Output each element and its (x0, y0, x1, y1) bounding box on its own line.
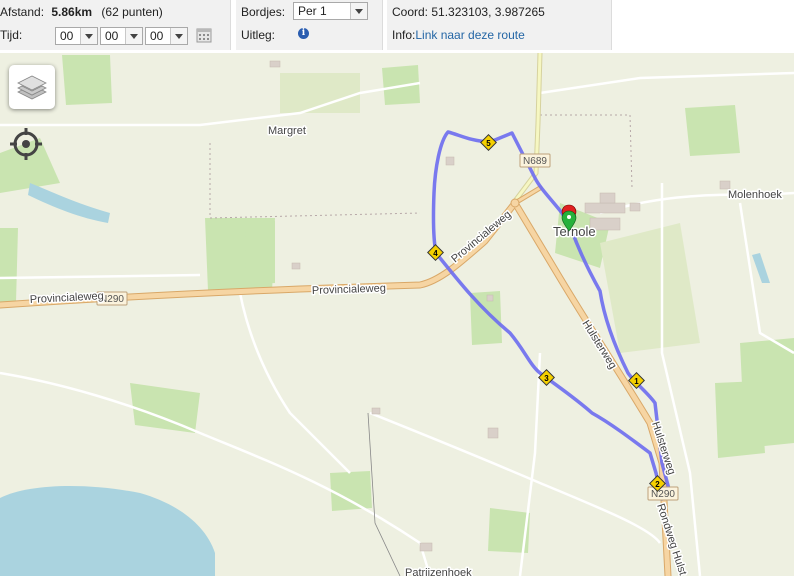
building (371, 407, 381, 415)
distance-panel: Afstand: 5.86km (62 punten) Tijd: 00 00 … (0, 0, 231, 50)
field (0, 228, 18, 303)
signs-row: Bordjes: (241, 1, 285, 23)
building (487, 427, 499, 439)
chevron-down-icon (125, 28, 142, 44)
svg-text:4: 4 (433, 249, 438, 258)
hours-value: 00 (60, 29, 74, 43)
map-view[interactable]: N290 N689 N290 Margret Molenhoek Ternole… (0, 53, 794, 576)
time-row: Tijd: (0, 24, 22, 46)
svg-text:N290: N290 (651, 489, 675, 500)
signs-label: Bordjes: (241, 5, 286, 19)
locate-button[interactable] (9, 127, 43, 161)
coord-panel: Coord: 51.323103, 3.987265 Info:Link naa… (387, 0, 612, 50)
distance-value: 5.86km (51, 5, 93, 19)
signs-panel: Bordjes: Per 1 Uitleg: i (236, 0, 383, 50)
distance-label: Afstand: (0, 5, 45, 19)
svg-text:N689: N689 (523, 156, 547, 167)
coord-value: 51.323103, 3.987265 (431, 5, 545, 19)
minutes-select[interactable]: 00 (100, 27, 143, 45)
info-label: Info: (392, 28, 416, 42)
road-shield-n689: N689 (519, 153, 551, 168)
signs-value: Per 1 (298, 4, 327, 18)
info-icon[interactable]: i (298, 28, 309, 39)
seconds-select[interactable]: 00 (145, 27, 188, 45)
seconds-value: 00 (150, 29, 164, 43)
place-label-ternole: Ternole (553, 224, 596, 239)
building (719, 180, 731, 190)
distance-row: Afstand: 5.86km (62 punten) (0, 1, 163, 23)
place-label-margret: Margret (268, 125, 306, 137)
place-label-molenhoek: Molenhoek (728, 189, 782, 201)
coord-row: Coord: 51.323103, 3.987265 (392, 1, 545, 23)
roundabout (510, 198, 520, 208)
building (486, 294, 494, 302)
field (685, 105, 740, 156)
place-label-patrijzenhoek: Patrijzenhoek (405, 567, 472, 576)
coord-label: Coord: (392, 5, 429, 19)
field (245, 221, 275, 285)
road-shield-n290-s: N290 (647, 486, 679, 501)
explain-row: Uitleg: i (241, 24, 309, 46)
chevron-down-icon (350, 3, 367, 19)
signs-select[interactable]: Per 1 (293, 2, 368, 20)
layers-button[interactable] (9, 65, 55, 109)
map-canvas[interactable]: N290 N689 N290 Margret Molenhoek Ternole… (0, 53, 794, 576)
building (269, 60, 281, 68)
svg-text:2: 2 (655, 480, 660, 489)
info-row: Info:Link naar deze route (392, 24, 525, 46)
minutes-value: 00 (105, 29, 119, 43)
building (445, 156, 455, 166)
explain-label: Uitleg: (241, 28, 276, 42)
route-link[interactable]: Link naar deze route (415, 28, 524, 42)
building (629, 202, 641, 212)
chevron-down-icon (80, 28, 97, 44)
building (599, 192, 616, 204)
building (584, 202, 626, 214)
building (291, 262, 301, 270)
chevron-down-icon (170, 28, 187, 44)
field (715, 381, 765, 458)
layers-icon (17, 75, 47, 100)
field (330, 471, 372, 511)
svg-text:3: 3 (544, 374, 549, 383)
field (62, 55, 112, 105)
hours-select[interactable]: 00 (55, 27, 98, 45)
svg-text:1: 1 (634, 377, 639, 386)
route-toolbar: Afstand: 5.86km (62 punten) Tijd: 00 00 … (0, 0, 794, 53)
building (419, 542, 433, 552)
point-count: (62 punten) (101, 5, 163, 19)
time-label: Tijd: (0, 28, 23, 42)
calendar-icon[interactable] (196, 27, 212, 43)
locate-icon (10, 128, 42, 160)
svg-text:5: 5 (486, 139, 491, 148)
